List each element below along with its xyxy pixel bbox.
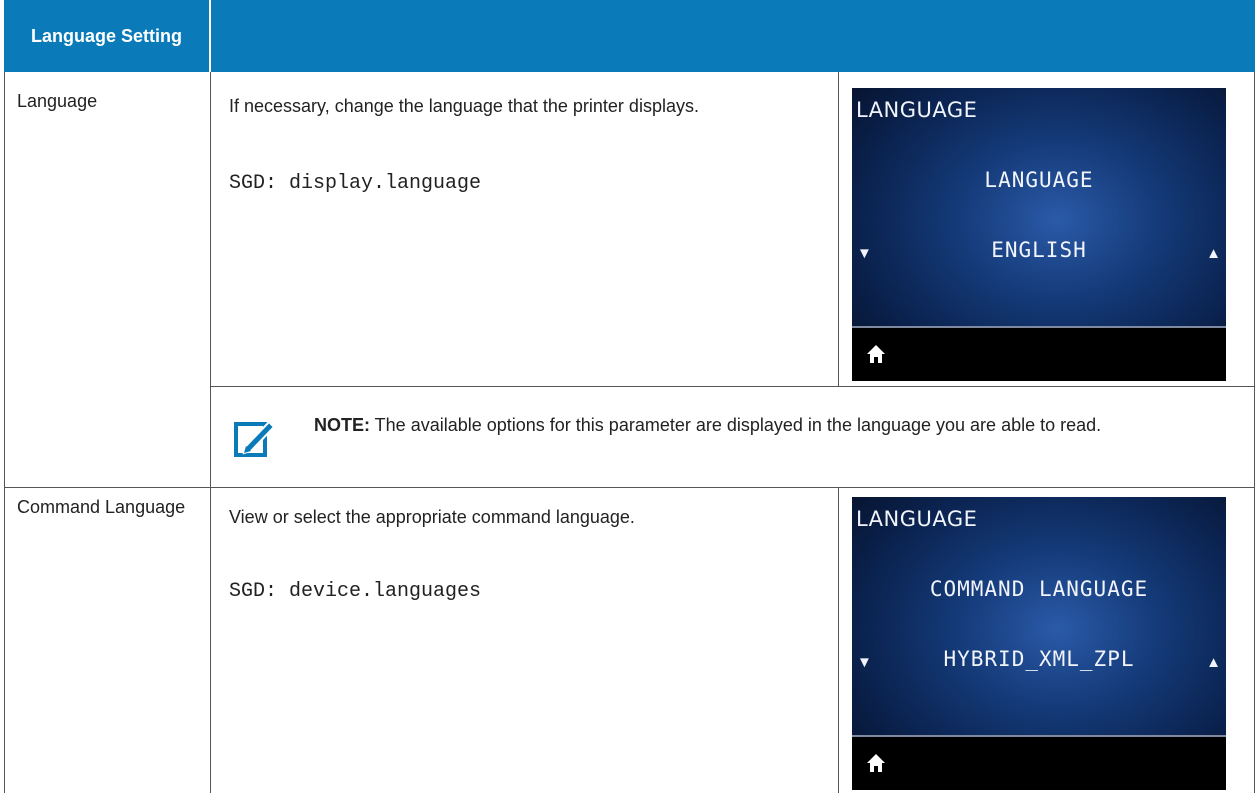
grid-line xyxy=(838,487,839,793)
grid-line xyxy=(1254,72,1255,793)
row-description-command-language: View or select the appropriate command l… xyxy=(229,507,635,527)
note-label: NOTE: xyxy=(314,415,370,435)
screen-value: ENGLISH xyxy=(991,238,1087,262)
settings-table: Language Setting Language If necessary, … xyxy=(4,0,1255,793)
screen-item: COMMAND LANGUAGE xyxy=(929,577,1149,601)
printer-screen-language: LANGUAGE LANGUAGE ▼ ENGLISH ▲ xyxy=(852,88,1226,381)
printer-screen-command-language: LANGUAGE COMMAND LANGUAGE ▼ HYBRID_XML_Z… xyxy=(852,497,1226,790)
sgd-command-device-languages: SGD: device.languages xyxy=(229,580,482,603)
grid-line xyxy=(4,72,5,793)
screen-bottom-bar xyxy=(852,737,1226,790)
home-icon xyxy=(867,754,885,772)
row-label-command-language: Command Language xyxy=(17,497,186,517)
row-label-language: Language xyxy=(17,91,98,111)
note-pencil-icon xyxy=(234,420,275,457)
note-text: NOTE: The available options for this par… xyxy=(314,412,1244,438)
up-arrow-icon: ▲ xyxy=(1206,245,1221,262)
home-icon xyxy=(867,345,885,363)
row-description-language: If necessary, change the language that t… xyxy=(229,96,699,116)
grid-line xyxy=(838,72,839,386)
screen-value: HYBRID_XML_ZPL xyxy=(943,647,1135,671)
screen-bottom-bar xyxy=(852,328,1226,381)
header-language-setting: Language Setting xyxy=(4,0,211,72)
grid-line xyxy=(210,72,211,793)
table-header: Language Setting xyxy=(4,0,1255,72)
sgd-command-display-language: SGD: display.language xyxy=(229,172,482,195)
screen-title: LANGUAGE xyxy=(856,98,978,122)
screen-title: LANGUAGE xyxy=(856,507,978,531)
note-body: The available options for this parameter… xyxy=(370,415,1102,435)
grid-line xyxy=(4,487,1255,488)
grid-line xyxy=(210,386,1255,387)
screen-item: LANGUAGE xyxy=(984,168,1094,192)
up-arrow-icon: ▲ xyxy=(1206,654,1221,671)
